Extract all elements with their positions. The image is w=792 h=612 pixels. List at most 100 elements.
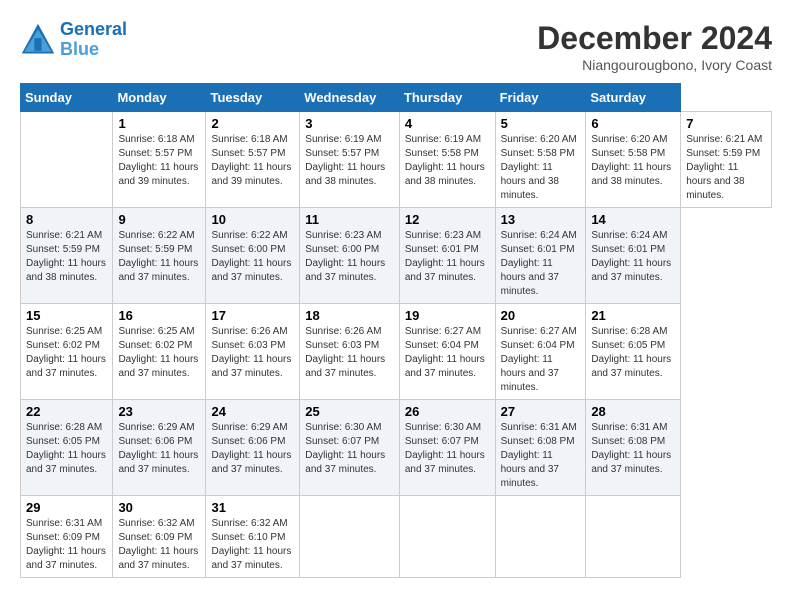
calendar-cell: 21 Sunrise: 6:28 AM Sunset: 6:05 PM Dayl… <box>586 304 681 400</box>
calendar-cell <box>300 496 400 578</box>
sunrise-label: Sunrise: 6:26 AM <box>211 326 287 337</box>
day-number: 3 <box>305 116 394 131</box>
sunrise-label: Sunrise: 6:19 AM <box>405 134 481 145</box>
sunrise-label: Sunrise: 6:26 AM <box>305 326 381 337</box>
calendar-cell: 3 Sunrise: 6:19 AM Sunset: 5:57 PM Dayli… <box>300 112 400 208</box>
calendar-cell: 28 Sunrise: 6:31 AM Sunset: 6:08 PM Dayl… <box>586 400 681 496</box>
logo-line1: General <box>60 19 127 39</box>
sunset-label: Sunset: 6:06 PM <box>211 436 285 447</box>
daylight-label: Daylight: 11 hours and 38 minutes. <box>501 162 559 201</box>
sunrise-label: Sunrise: 6:21 AM <box>26 230 102 241</box>
sunset-label: Sunset: 6:05 PM <box>591 340 665 351</box>
day-info: Sunrise: 6:32 AM Sunset: 6:09 PM Dayligh… <box>118 517 200 573</box>
calendar-cell: 31 Sunrise: 6:32 AM Sunset: 6:10 PM Dayl… <box>206 496 300 578</box>
sunrise-label: Sunrise: 6:31 AM <box>501 422 577 433</box>
calendar-cell: 20 Sunrise: 6:27 AM Sunset: 6:04 PM Dayl… <box>495 304 586 400</box>
sunrise-label: Sunrise: 6:18 AM <box>211 134 287 145</box>
calendar-cell <box>399 496 495 578</box>
logo: General Blue <box>20 20 127 60</box>
calendar-cell <box>586 496 681 578</box>
weekday-header: Thursday <box>399 84 495 112</box>
sunrise-label: Sunrise: 6:20 AM <box>591 134 667 145</box>
daylight-label: Daylight: 11 hours and 37 minutes. <box>305 450 385 475</box>
sunrise-label: Sunrise: 6:25 AM <box>26 326 102 337</box>
day-number: 23 <box>118 404 200 419</box>
day-number: 28 <box>591 404 675 419</box>
sunrise-label: Sunrise: 6:24 AM <box>501 230 577 241</box>
day-number: 6 <box>591 116 675 131</box>
sunset-label: Sunset: 6:04 PM <box>405 340 479 351</box>
sunset-label: Sunset: 6:09 PM <box>26 532 100 543</box>
day-info: Sunrise: 6:21 AM Sunset: 5:59 PM Dayligh… <box>686 133 766 203</box>
weekday-header: Tuesday <box>206 84 300 112</box>
sunrise-label: Sunrise: 6:19 AM <box>305 134 381 145</box>
daylight-label: Daylight: 11 hours and 38 minutes. <box>686 162 744 201</box>
calendar-header-row: SundayMondayTuesdayWednesdayThursdayFrid… <box>21 84 772 112</box>
sunrise-label: Sunrise: 6:22 AM <box>118 230 194 241</box>
daylight-label: Daylight: 11 hours and 38 minutes. <box>405 162 485 187</box>
day-info: Sunrise: 6:32 AM Sunset: 6:10 PM Dayligh… <box>211 517 294 573</box>
daylight-label: Daylight: 11 hours and 37 minutes. <box>26 450 106 475</box>
day-number: 21 <box>591 308 675 323</box>
sunrise-label: Sunrise: 6:31 AM <box>26 518 102 529</box>
day-info: Sunrise: 6:31 AM Sunset: 6:08 PM Dayligh… <box>501 421 581 491</box>
sunset-label: Sunset: 6:03 PM <box>211 340 285 351</box>
sunset-label: Sunset: 6:01 PM <box>591 244 665 255</box>
daylight-label: Daylight: 11 hours and 37 minutes. <box>118 546 198 571</box>
calendar-cell: 14 Sunrise: 6:24 AM Sunset: 6:01 PM Dayl… <box>586 208 681 304</box>
sunrise-label: Sunrise: 6:27 AM <box>405 326 481 337</box>
daylight-label: Daylight: 11 hours and 37 minutes. <box>211 258 291 283</box>
sunset-label: Sunset: 6:08 PM <box>591 436 665 447</box>
sunset-label: Sunset: 6:04 PM <box>501 340 575 351</box>
day-number: 27 <box>501 404 581 419</box>
calendar-cell: 16 Sunrise: 6:25 AM Sunset: 6:02 PM Dayl… <box>113 304 206 400</box>
day-info: Sunrise: 6:28 AM Sunset: 6:05 PM Dayligh… <box>591 325 675 381</box>
calendar-cell: 15 Sunrise: 6:25 AM Sunset: 6:02 PM Dayl… <box>21 304 113 400</box>
title-section: December 2024 Niangourougbono, Ivory Coa… <box>537 20 772 73</box>
daylight-label: Daylight: 11 hours and 37 minutes. <box>118 450 198 475</box>
calendar-cell: 11 Sunrise: 6:23 AM Sunset: 6:00 PM Dayl… <box>300 208 400 304</box>
sunset-label: Sunset: 5:59 PM <box>686 148 760 159</box>
logo-text: General Blue <box>60 20 127 60</box>
sunset-label: Sunset: 5:58 PM <box>501 148 575 159</box>
day-info: Sunrise: 6:23 AM Sunset: 6:01 PM Dayligh… <box>405 229 490 285</box>
day-number: 24 <box>211 404 294 419</box>
day-number: 16 <box>118 308 200 323</box>
sunset-label: Sunset: 5:59 PM <box>26 244 100 255</box>
calendar-cell: 5 Sunrise: 6:20 AM Sunset: 5:58 PM Dayli… <box>495 112 586 208</box>
calendar-cell: 10 Sunrise: 6:22 AM Sunset: 6:00 PM Dayl… <box>206 208 300 304</box>
day-number: 4 <box>405 116 490 131</box>
day-number: 22 <box>26 404 107 419</box>
calendar-cell: 17 Sunrise: 6:26 AM Sunset: 6:03 PM Dayl… <box>206 304 300 400</box>
day-info: Sunrise: 6:22 AM Sunset: 5:59 PM Dayligh… <box>118 229 200 285</box>
calendar-cell <box>495 496 586 578</box>
calendar-cell: 19 Sunrise: 6:27 AM Sunset: 6:04 PM Dayl… <box>399 304 495 400</box>
sunrise-label: Sunrise: 6:32 AM <box>211 518 287 529</box>
weekday-header: Wednesday <box>300 84 400 112</box>
calendar-week-row: 22 Sunrise: 6:28 AM Sunset: 6:05 PM Dayl… <box>21 400 772 496</box>
day-number: 20 <box>501 308 581 323</box>
sunrise-label: Sunrise: 6:30 AM <box>305 422 381 433</box>
sunrise-label: Sunrise: 6:21 AM <box>686 134 762 145</box>
calendar-cell: 2 Sunrise: 6:18 AM Sunset: 5:57 PM Dayli… <box>206 112 300 208</box>
calendar-cell: 27 Sunrise: 6:31 AM Sunset: 6:08 PM Dayl… <box>495 400 586 496</box>
page-header: General Blue December 2024 Niangourougbo… <box>20 20 772 73</box>
weekday-header: Saturday <box>586 84 681 112</box>
day-info: Sunrise: 6:25 AM Sunset: 6:02 PM Dayligh… <box>118 325 200 381</box>
day-info: Sunrise: 6:30 AM Sunset: 6:07 PM Dayligh… <box>305 421 394 477</box>
day-info: Sunrise: 6:24 AM Sunset: 6:01 PM Dayligh… <box>591 229 675 285</box>
calendar-cell: 25 Sunrise: 6:30 AM Sunset: 6:07 PM Dayl… <box>300 400 400 496</box>
sunrise-label: Sunrise: 6:29 AM <box>211 422 287 433</box>
daylight-label: Daylight: 11 hours and 37 minutes. <box>118 354 198 379</box>
sunset-label: Sunset: 6:08 PM <box>501 436 575 447</box>
calendar-cell: 30 Sunrise: 6:32 AM Sunset: 6:09 PM Dayl… <box>113 496 206 578</box>
sunset-label: Sunset: 5:58 PM <box>405 148 479 159</box>
calendar-week-row: 8 Sunrise: 6:21 AM Sunset: 5:59 PM Dayli… <box>21 208 772 304</box>
sunset-label: Sunset: 6:02 PM <box>26 340 100 351</box>
calendar-week-row: 29 Sunrise: 6:31 AM Sunset: 6:09 PM Dayl… <box>21 496 772 578</box>
day-info: Sunrise: 6:20 AM Sunset: 5:58 PM Dayligh… <box>591 133 675 189</box>
calendar-cell: 4 Sunrise: 6:19 AM Sunset: 5:58 PM Dayli… <box>399 112 495 208</box>
day-number: 13 <box>501 212 581 227</box>
calendar-cell: 24 Sunrise: 6:29 AM Sunset: 6:06 PM Dayl… <box>206 400 300 496</box>
sunrise-label: Sunrise: 6:31 AM <box>591 422 667 433</box>
